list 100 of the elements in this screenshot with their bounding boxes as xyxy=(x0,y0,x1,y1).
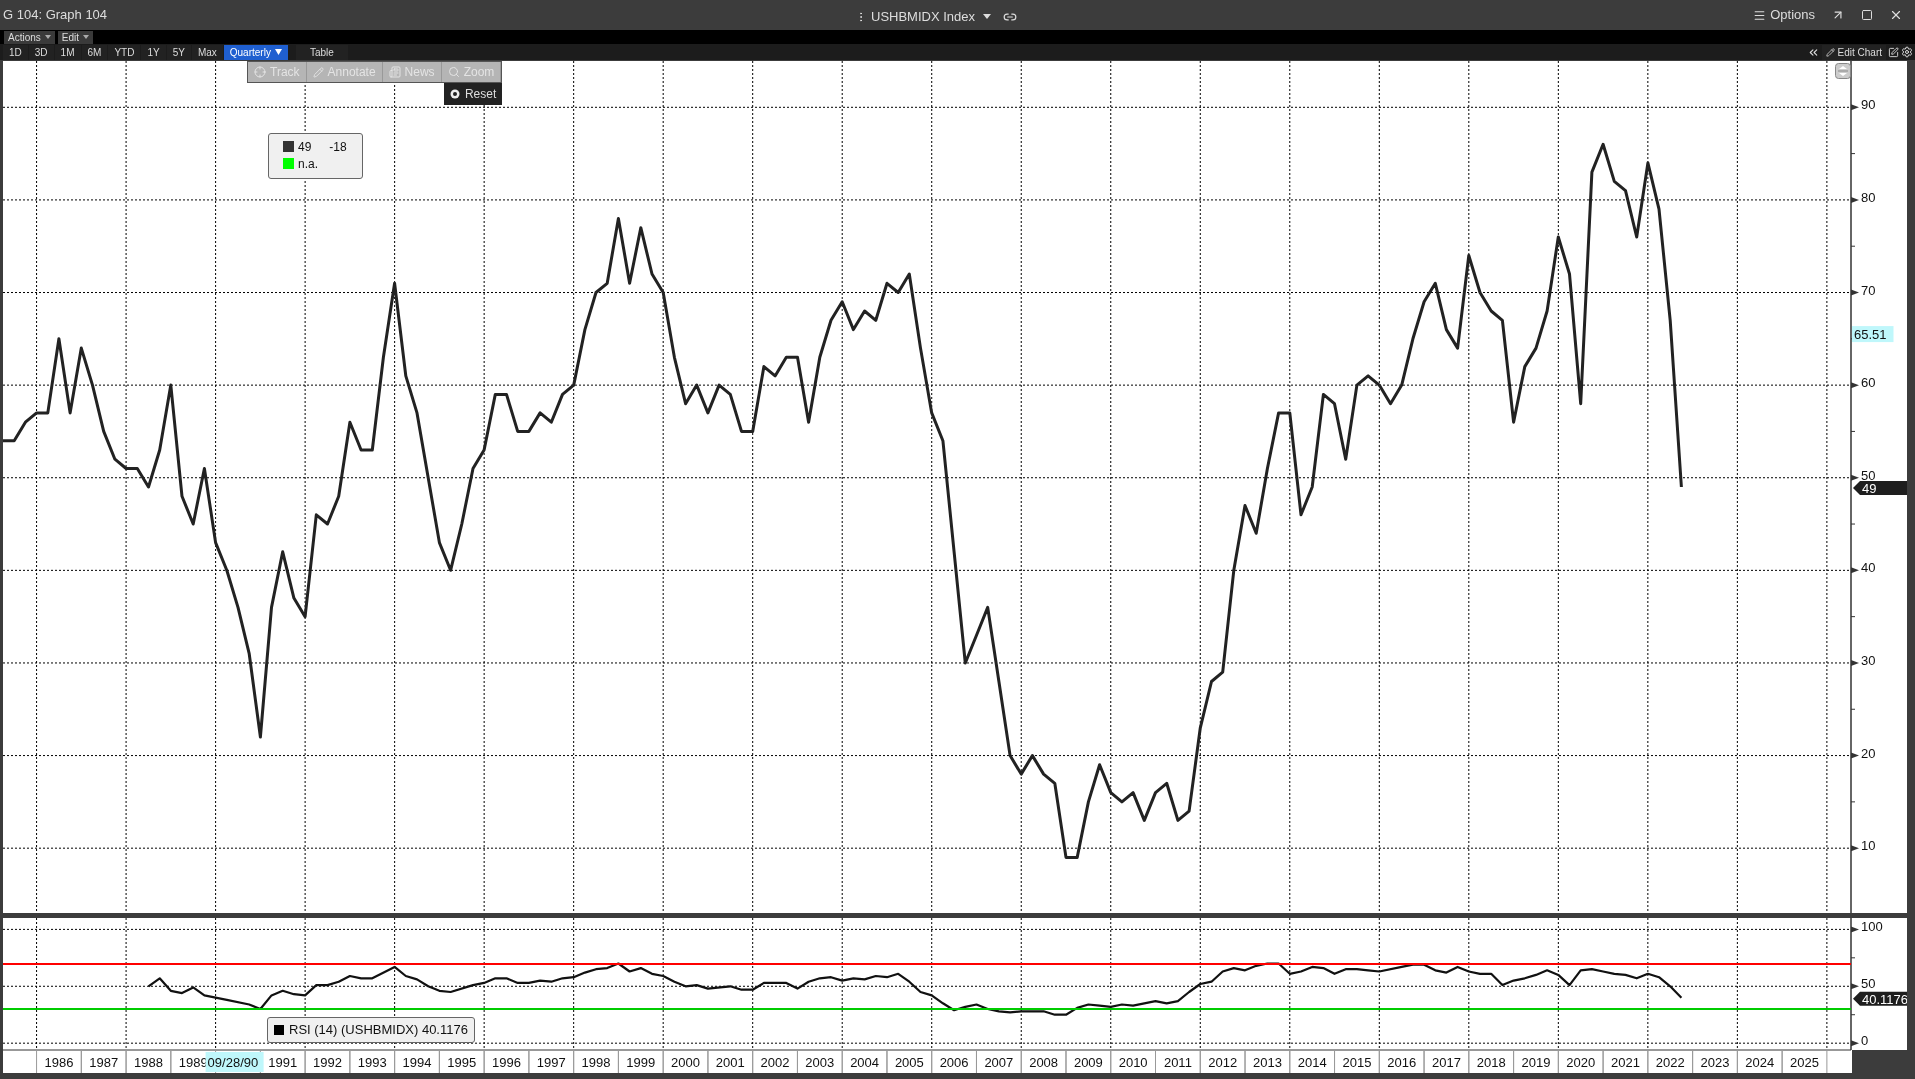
x-tick-label: 2010 xyxy=(1118,1055,1148,1070)
cursor-value-tag: 65.51 xyxy=(1852,326,1894,343)
menu-icon xyxy=(1753,8,1767,22)
scroll-toggle-icon[interactable] xyxy=(1835,63,1851,79)
edit-chart-button[interactable]: Edit Chart xyxy=(1821,44,1886,60)
x-tick-label: 2020 xyxy=(1566,1055,1596,1070)
tick-marker-icon xyxy=(1851,289,1859,296)
x-tick-label: 2015 xyxy=(1342,1055,1372,1070)
x-tick-label: 2011 xyxy=(1163,1055,1192,1070)
security-selector[interactable]: USHBMIDX Index xyxy=(871,7,992,27)
y-tick-label: 80 xyxy=(1861,189,1876,205)
x-tick-label: 2012 xyxy=(1208,1055,1238,1070)
x-tick-label: 2014 xyxy=(1297,1055,1327,1070)
caret-icon xyxy=(983,14,992,20)
pencil-icon xyxy=(312,66,324,78)
period-tab[interactable]: 6M xyxy=(81,44,108,60)
legend-label: RSI (14) (USHBMIDX) 40.1176 xyxy=(289,1021,468,1040)
y-tick-label: 20 xyxy=(1861,745,1876,761)
x-tick-label: 1992 xyxy=(313,1055,342,1070)
x-tick-label: 1997 xyxy=(536,1055,566,1070)
legend-value: 49 xyxy=(298,138,312,156)
period-tab[interactable]: 1Y xyxy=(141,44,166,60)
x-tick-label: 2004 xyxy=(850,1055,880,1070)
options-button[interactable]: Options xyxy=(1753,5,1815,25)
x-tick-label: 2013 xyxy=(1252,1055,1282,1070)
x-tick-label: 2005 xyxy=(894,1055,924,1070)
tick-marker-icon xyxy=(1851,752,1859,759)
legend-swatch xyxy=(274,1025,284,1035)
x-tick-label: 2019 xyxy=(1521,1055,1551,1070)
tick-marker-icon xyxy=(1851,983,1859,990)
x-tick-label: 2016 xyxy=(1387,1055,1417,1070)
tick-marker-icon xyxy=(1851,196,1859,203)
legend-change: -18 xyxy=(329,138,347,156)
x-tick-label: 2000 xyxy=(671,1055,700,1070)
table-button[interactable]: Table xyxy=(295,44,348,60)
x-tick-label: 2021 xyxy=(1611,1055,1640,1070)
tick-marker-icon xyxy=(1851,382,1859,389)
x-tick-label: 2006 xyxy=(939,1055,969,1070)
tick-marker-icon xyxy=(1851,926,1859,933)
x-tick-label: 1998 xyxy=(581,1055,611,1070)
tick-marker-icon xyxy=(1851,659,1859,666)
x-tick-label: 1987 xyxy=(89,1055,119,1070)
period-tab[interactable]: 1M xyxy=(54,44,81,60)
y-tick-label: 50 xyxy=(1861,467,1876,483)
reset-button[interactable]: Reset xyxy=(443,83,503,105)
caret-icon xyxy=(83,35,90,39)
crosshair-icon xyxy=(254,66,266,78)
x-tick-label: 1996 xyxy=(492,1055,521,1070)
x-tick-label: 2003 xyxy=(805,1055,835,1070)
newspaper-icon xyxy=(388,66,401,78)
x-tick-label: 2018 xyxy=(1476,1055,1506,1070)
x-tick-label: 2025 xyxy=(1790,1055,1819,1070)
menu-button[interactable]: Edit xyxy=(57,30,94,44)
last-value-tag: 49 xyxy=(1853,481,1907,496)
x-tick-label: 2024 xyxy=(1745,1055,1775,1070)
maximize-icon[interactable] xyxy=(1861,9,1873,21)
tick-marker-icon xyxy=(1851,474,1859,481)
edit-icon[interactable] xyxy=(1888,46,1899,58)
period-tab[interactable]: Max xyxy=(191,44,223,60)
x-tick-label: 1994 xyxy=(402,1055,432,1070)
y-tick-label: 30 xyxy=(1861,652,1876,668)
close-icon[interactable] xyxy=(1889,8,1903,22)
period-tab[interactable]: 5Y xyxy=(166,44,191,60)
tick-marker-icon xyxy=(1851,845,1859,852)
period-tab[interactable]: 3D xyxy=(28,44,54,60)
settings-icon[interactable] xyxy=(1901,46,1913,58)
period-tab[interactable]: YTD xyxy=(108,44,141,60)
x-tick-label: 1991 xyxy=(268,1055,298,1070)
legend-value: n.a. xyxy=(298,155,318,173)
y-tick-label: 100 xyxy=(1861,919,1883,935)
period-tab[interactable]: 1D xyxy=(3,44,28,60)
x-tick-label: 1988 xyxy=(134,1055,163,1070)
x-tick-label: 2022 xyxy=(1655,1055,1685,1070)
x-tick-label: 2008 xyxy=(1029,1055,1059,1070)
y-tick-label: 60 xyxy=(1861,375,1876,391)
y-tick-label: 10 xyxy=(1861,838,1876,854)
x-tick-label: 2007 xyxy=(984,1055,1014,1070)
x-tick-label: 2009 xyxy=(1073,1055,1103,1070)
y-tick-label: 0 xyxy=(1861,1033,1869,1049)
menu-button[interactable]: Actions xyxy=(4,30,55,44)
caret-icon xyxy=(44,35,51,39)
x-tick-label: 1995 xyxy=(447,1055,477,1070)
tick-marker-icon xyxy=(1851,104,1859,111)
caret-icon xyxy=(274,49,282,55)
search-icon xyxy=(447,66,460,78)
y-tick-label: 90 xyxy=(1861,97,1876,113)
period-tab[interactable]: Quarterly xyxy=(223,44,288,60)
x-tick-label: 1993 xyxy=(357,1055,387,1070)
x-tick-label: 2017 xyxy=(1432,1055,1461,1070)
x-tick-label: 1986 xyxy=(44,1055,74,1070)
x-tick-label: 2002 xyxy=(760,1055,790,1070)
radio-icon xyxy=(449,89,460,99)
y-tick-label: 50 xyxy=(1861,976,1876,992)
y-tick-label: 70 xyxy=(1861,282,1876,298)
pencil-icon xyxy=(1825,47,1835,57)
x-tick-label: 2023 xyxy=(1700,1055,1730,1070)
y-tick-label: 40 xyxy=(1861,560,1876,576)
tick-marker-icon xyxy=(1851,567,1859,574)
x-tick-label: 1999 xyxy=(626,1055,656,1070)
x-tick-label: 2001 xyxy=(715,1055,745,1070)
